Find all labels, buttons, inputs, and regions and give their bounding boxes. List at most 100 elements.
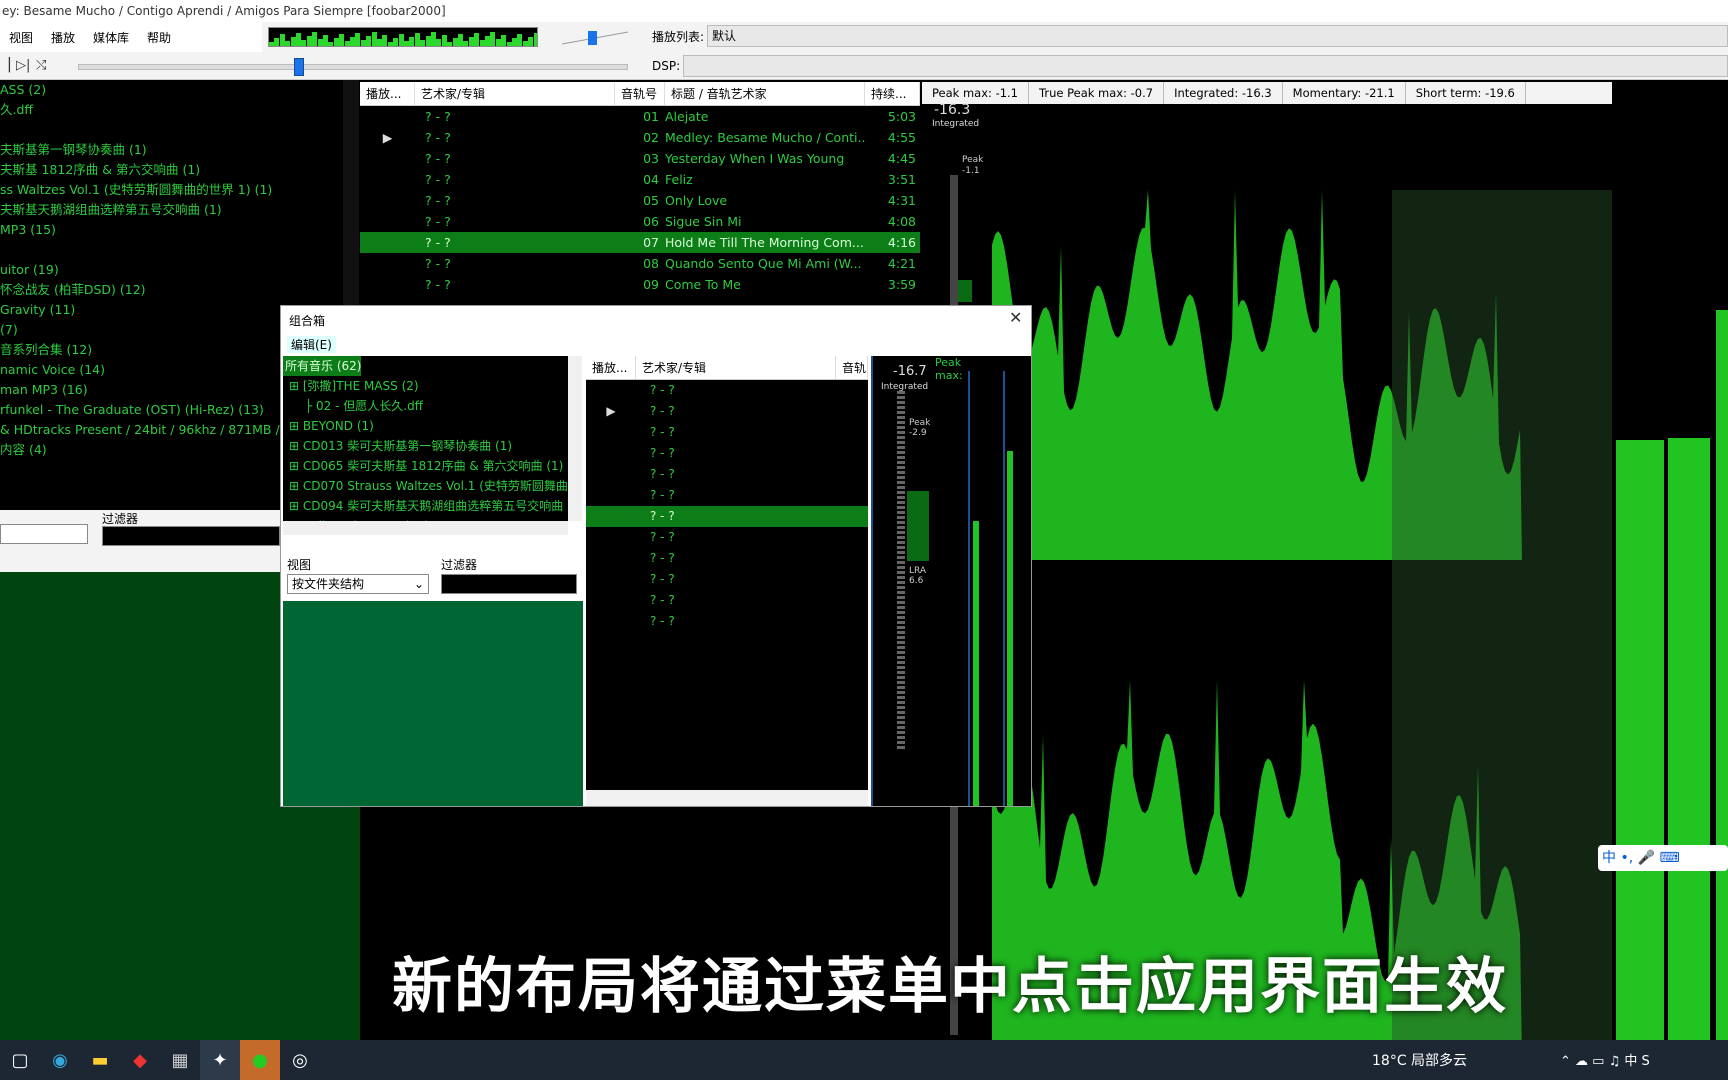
file-explorer-icon[interactable]: ▬	[80, 1040, 120, 1080]
tree-item[interactable]: ss Waltzes Vol.1 (史特劳斯圆舞曲的世界 1) (1)	[0, 180, 343, 200]
tree-item[interactable]	[0, 240, 343, 260]
expand-icon[interactable]: ⊞	[289, 379, 303, 393]
tree-item[interactable]: 夫斯基 1812序曲 & 第六交响曲 (1)	[0, 160, 343, 180]
stop-icon[interactable]: ▕	[0, 58, 14, 74]
dialog-playlist-row[interactable]: ? - ?	[586, 611, 868, 632]
tree-item[interactable]	[0, 120, 343, 140]
spectrum-bar	[366, 36, 372, 46]
menu-playback[interactable]: 播放	[42, 29, 84, 46]
col-artist[interactable]: 艺术家/专辑	[415, 82, 615, 105]
dialog-playlist-row[interactable]: ? - ?	[586, 485, 868, 506]
tree-item[interactable]: 夫斯基天鹅湖组曲选粹第五号交响曲 (1)	[0, 200, 343, 220]
dialog-playlist-row[interactable]: ▶ ? - ?	[586, 401, 868, 422]
volume-slider[interactable]	[560, 28, 630, 48]
dialog-filter-input[interactable]	[441, 574, 577, 594]
dialog-filter-label: 过滤器	[441, 558, 478, 572]
dialog-col-track[interactable]: 音轨	[836, 356, 868, 379]
playlist-row[interactable]: ? - ? 09 Come To Me 3:59	[360, 274, 920, 295]
left-filter-input[interactable]	[102, 526, 280, 546]
dialog-library-tree[interactable]: 所有音乐 (62) ⊞ [弥撒]THE MASS (2) ├ 02 - 但愿人长久.…	[283, 356, 568, 521]
tree-item[interactable]: MP3 (15)	[0, 220, 343, 240]
left-view-select[interactable]	[0, 524, 88, 544]
dsp-selector[interactable]	[683, 55, 1728, 77]
menu-library[interactable]: 媒体库	[84, 29, 138, 46]
dialog-tree-item[interactable]: 所有音乐 (62)	[283, 356, 362, 376]
playing-cell	[586, 443, 636, 464]
spectrum-bar	[296, 33, 301, 46]
playlist-row[interactable]: ? - ? 07 Hold Me Till The Morning Com... 4:…	[360, 232, 920, 253]
dialog-tree-item[interactable]: ⊞ BEYOND (1)	[283, 416, 568, 436]
dialog-tree-item[interactable]: ⊞ [弥撒]THE MASS (2)	[283, 376, 568, 396]
cell-track: 06	[643, 214, 659, 229]
menu-help[interactable]: 帮助	[138, 29, 180, 46]
cell-track: 05	[643, 193, 659, 208]
spectrum-bar	[479, 40, 485, 46]
next-icon[interactable]: ▷|	[16, 58, 30, 74]
dialog-edit-menu[interactable]: 编辑(E)	[287, 336, 336, 353]
dialog-playlist-row[interactable]: ? - ?	[586, 422, 868, 443]
playlist-row[interactable]: ? - ? 06 Sigue Sin Mi 4:08	[360, 211, 920, 232]
dialog-col-playing[interactable]: 播放...	[586, 356, 636, 379]
spectrum-bar	[404, 41, 409, 46]
dialog-playlist-row[interactable]: ? - ?	[586, 590, 868, 611]
expand-icon[interactable]: ⊞	[289, 439, 303, 453]
dialog-playlist[interactable]: ? - ? ▶ ? - ? ? - ? ? - ? ? - ? ? - ? ? - ? ? - …	[586, 380, 868, 790]
playlist-row[interactable]: ? - ? 04 Feliz 3:51	[360, 169, 920, 190]
dialog-tree-hscrollbar[interactable]	[283, 521, 568, 535]
tree-item[interactable]: 怀念战友 (柏菲DSD) (12)	[0, 280, 343, 300]
playlist-row[interactable]: ? - ? 01 Alejate 5:03	[360, 106, 920, 127]
seek-thumb[interactable]	[294, 58, 304, 76]
dialog-tree-item[interactable]: ⊞ CD065 柴可夫斯基 1812序曲 & 第六交响曲 (1)	[283, 456, 568, 476]
expand-icon[interactable]: ⊞	[289, 479, 303, 493]
playlist-row[interactable]: ▶ ? - ? 02 Medley: Besame Mucho / Conti... 4…	[360, 127, 920, 148]
playlist[interactable]: ? - ? 01 Alejate 5:03 ▶ ? - ? 02 Medley: Besame…	[360, 106, 920, 306]
spectrum-bar	[312, 32, 318, 46]
weather-widget[interactable]: 18°C 局部多云	[1372, 1050, 1467, 1070]
dialog-playlist-row[interactable]: ? - ?	[586, 443, 868, 464]
expand-icon[interactable]: ⊞	[289, 419, 303, 433]
col-playing[interactable]: 播放...	[360, 82, 415, 105]
col-track[interactable]: 音轨号	[615, 82, 665, 105]
menu-view[interactable]: 视图	[0, 29, 42, 46]
dialog-playlist-row[interactable]: ? - ?	[586, 464, 868, 485]
obs-icon[interactable]: ◎	[280, 1040, 320, 1080]
expand-icon[interactable]: ⊞	[289, 459, 303, 473]
calculator-icon[interactable]: ▦	[160, 1040, 200, 1080]
dialog-playlist-row[interactable]: ? - ?	[586, 569, 868, 590]
dialog-playlist-row[interactable]: ? - ?	[586, 506, 868, 527]
dialog-playlist-row[interactable]: ? - ?	[586, 527, 868, 548]
dialog-tree-scrollbar[interactable]	[568, 356, 582, 521]
col-title[interactable]: 标题 / 音轨艺术家	[665, 82, 865, 105]
app-icon[interactable]: ◆	[120, 1040, 160, 1080]
dialog-tree-item[interactable]: ⊞ CD094 柴可夫斯基天鹅湖组曲选粹第五号交响曲	[283, 496, 568, 516]
tree-item[interactable]: 久.dff	[0, 100, 343, 120]
dialog-tree-item[interactable]: ├ 02 - 但愿人长久.dff	[283, 396, 568, 416]
dialog-col-artist[interactable]: 艺术家/专辑	[636, 356, 836, 379]
col-duration[interactable]: 持续...	[865, 82, 920, 105]
playlist-selector[interactable]: 默认	[707, 25, 1728, 47]
tree-item[interactable]: 夫斯基第一钢琴协奏曲 (1)	[0, 140, 343, 160]
playlist-row[interactable]: ? - ? 03 Yesterday When I Was Young 4:45	[360, 148, 920, 169]
playlist-row[interactable]: ? - ? 08 Quando Sento Que Mi Ami (W... 4:21	[360, 253, 920, 274]
close-icon[interactable]: ✕	[1009, 308, 1022, 327]
combo-box-dialog[interactable]: 组合箱 ✕ 编辑(E) 所有音乐 (62) ⊞ [弥撒]THE MASS (2) ├…	[280, 305, 1032, 807]
foobar-icon[interactable]: ✦	[200, 1040, 240, 1080]
wechat-icon[interactable]: ●	[240, 1040, 280, 1080]
tree-item[interactable]: uitor (19)	[0, 260, 343, 280]
tree-item[interactable]: ASS (2)	[0, 80, 343, 100]
expand-icon[interactable]: ⊞	[289, 499, 303, 513]
random-icon[interactable]: ⤭	[36, 58, 50, 74]
system-tray[interactable]: ⌃ ☁ ▭ ♫ 中 S	[1560, 1050, 1650, 1069]
seek-bar[interactable]	[78, 64, 628, 70]
playlist-row[interactable]: ? - ? 05 Only Love 4:31	[360, 190, 920, 211]
edge-icon[interactable]: ◉	[40, 1040, 80, 1080]
dialog-playlist-row[interactable]: ? - ?	[586, 380, 868, 401]
dialog-tree-item[interactable]: ⊞ CD070 Strauss Waltzes Vol.1 (史特劳斯圆舞曲	[283, 476, 568, 496]
ime-toolbar[interactable]: 中 •, 🎤 ⌨	[1598, 845, 1728, 871]
dialog-playlist-hscrollbar[interactable]	[586, 790, 868, 806]
dialog-view-select[interactable]: 按文件夹结构 ⌄	[287, 574, 429, 594]
dialog-tree-item[interactable]: ⊞ CD013 柴可夫斯基第一钢琴协奏曲 (1)	[283, 436, 568, 456]
task-view-icon[interactable]: ▢	[0, 1040, 40, 1080]
dialog-playlist-row[interactable]: ? - ?	[586, 548, 868, 569]
cell-artist: ? - ?	[650, 509, 675, 523]
